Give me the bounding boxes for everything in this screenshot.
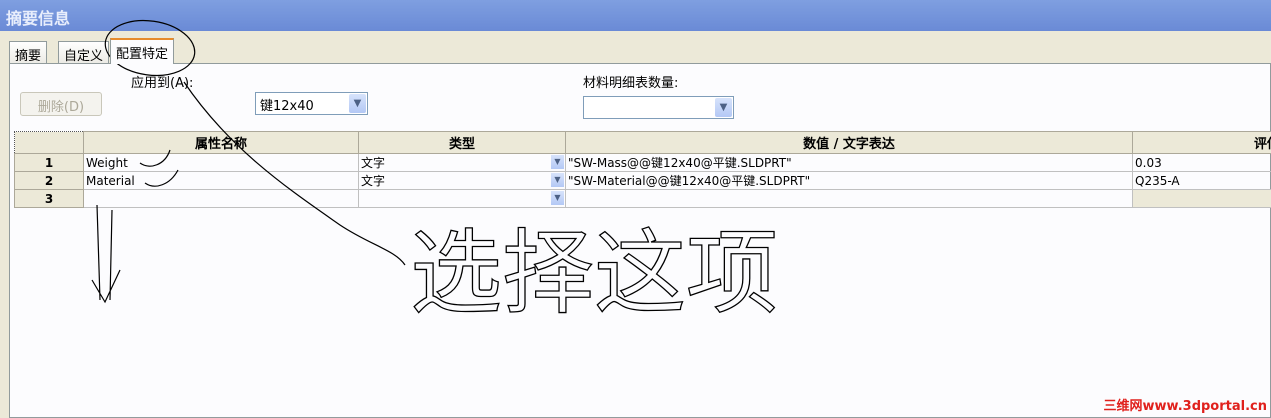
tab-config-specific[interactable]: 配置特定 (110, 38, 175, 64)
chevron-down-icon[interactable]: ▼ (551, 191, 564, 205)
header-value[interactable]: 数值 / 文字表达 (565, 131, 1133, 154)
bom-qty-select[interactable]: ▼ (583, 96, 734, 119)
header-type[interactable]: 类型 (358, 131, 566, 154)
property-name-cell[interactable]: Material (83, 171, 359, 190)
table-row: 2 Material 文字 ▼ "SW-Material@@键12x40@平键.S… (14, 171, 1271, 190)
properties-table: 属性名称 类型 数值 / 文字表达 评估 1 Weight 文字 ▼ "SW-Ma… (14, 131, 1271, 208)
type-value: 文字 (361, 174, 386, 188)
bom-qty-label: 材料明细表数量: (583, 76, 679, 91)
apply-to-select[interactable]: 键12x40 ▼ (255, 92, 368, 115)
value-cell[interactable] (565, 189, 1133, 208)
type-cell[interactable]: ▼ (358, 189, 566, 208)
header-eval[interactable]: 评估 (1132, 131, 1271, 154)
tab-custom[interactable]: 自定义 (58, 41, 110, 64)
apply-to-label: 应用到(A): (131, 76, 194, 91)
value-cell[interactable]: "SW-Mass@@键12x40@平键.SLDPRT" (565, 153, 1133, 172)
type-cell[interactable]: 文字 ▼ (358, 171, 566, 190)
tab-summary[interactable]: 摘要 (9, 41, 48, 64)
type-value: 文字 (361, 156, 386, 170)
row-number[interactable]: 1 (14, 153, 84, 172)
table-row: 3 ▼ (14, 189, 1271, 208)
row-number[interactable]: 2 (14, 171, 84, 190)
type-cell[interactable]: 文字 ▼ (358, 153, 566, 172)
chevron-down-icon[interactable]: ▼ (349, 94, 366, 113)
property-name-cell[interactable] (83, 189, 359, 208)
delete-button[interactable]: 删除(D) (20, 92, 102, 116)
header-name[interactable]: 属性名称 (83, 131, 359, 154)
table-row: 1 Weight 文字 ▼ "SW-Mass@@键12x40@平键.SLDPRT"… (14, 153, 1271, 172)
chevron-down-icon[interactable]: ▼ (551, 173, 564, 187)
property-name-cell[interactable]: Weight (83, 153, 359, 172)
apply-to-value: 键12x40 (260, 99, 314, 114)
eval-cell: Q235-A (1132, 171, 1271, 190)
eval-cell (1132, 189, 1271, 208)
value-cell[interactable]: "SW-Material@@键12x40@平键.SLDPRT" (565, 171, 1133, 190)
watermark: 三维网www.3dportal.cn (1103, 399, 1267, 414)
chevron-down-icon[interactable]: ▼ (715, 98, 732, 117)
eval-cell: 0.03 (1132, 153, 1271, 172)
corner-cell[interactable] (14, 131, 84, 154)
row-number[interactable]: 3 (14, 189, 84, 208)
chevron-down-icon[interactable]: ▼ (551, 155, 564, 169)
window-title: 摘要信息 (0, 0, 1271, 31)
